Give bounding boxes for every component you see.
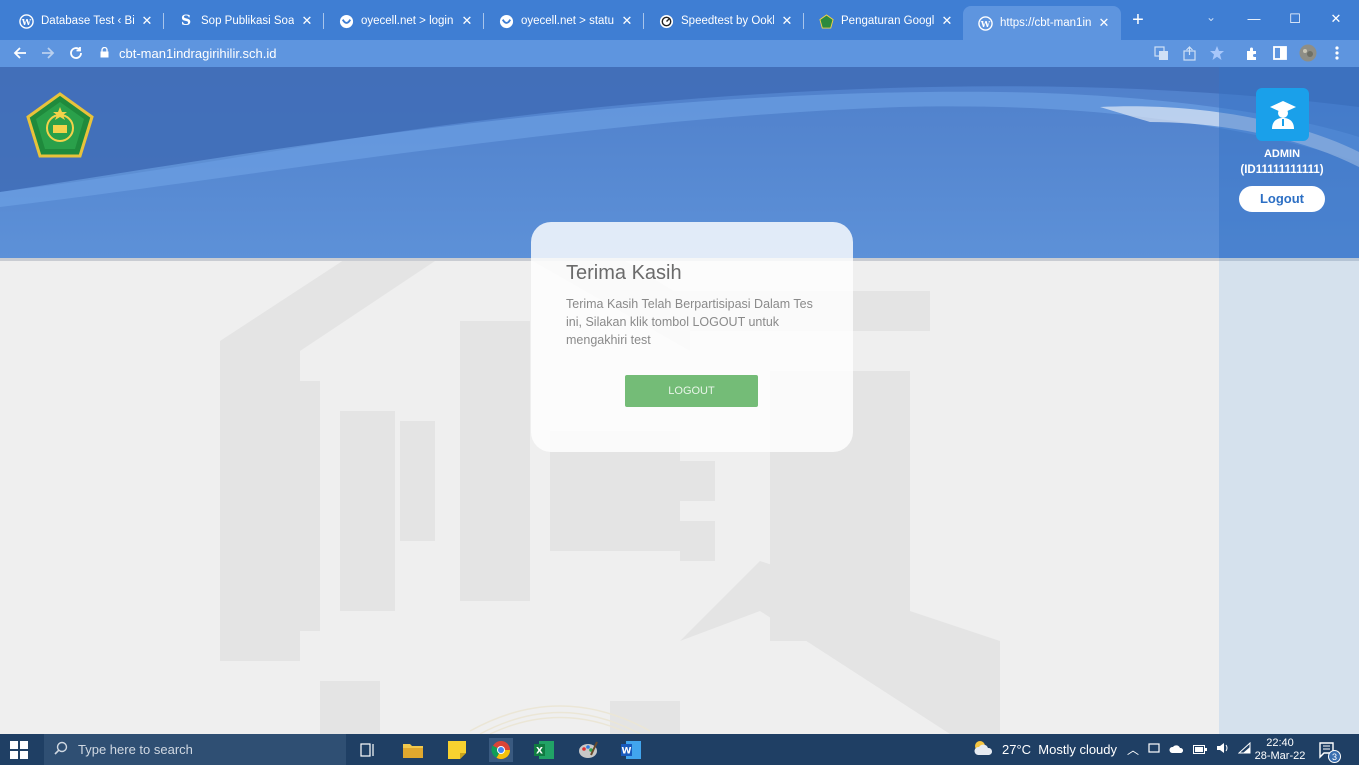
network-status-icon[interactable] <box>1148 742 1160 757</box>
oyecell-icon <box>498 13 514 29</box>
browser-toolbar: cbt-man1indragirihilir.sch.id <box>0 40 1359 67</box>
speedtest-icon <box>658 13 674 29</box>
address-bar[interactable]: cbt-man1indragirihilir.sch.id <box>100 43 1220 64</box>
weather-text: 27°C Mostly cloudy <box>1002 742 1118 757</box>
oyecell-icon <box>338 13 354 29</box>
kemenag-logo <box>26 92 94 158</box>
tab-oyecell-login[interactable]: oyecell.net > login ✕ <box>324 8 484 34</box>
search-placeholder: Type here to search <box>78 742 193 757</box>
browser-tab-strip: W Database Test ‹ Bimas ✕ S Sop Publikas… <box>0 0 1359 40</box>
header-logout-button[interactable]: Logout <box>1239 186 1325 212</box>
user-avatar <box>1256 88 1309 141</box>
bookmark-star-icon[interactable] <box>1208 44 1226 62</box>
minimize-button[interactable]: — <box>1234 8 1274 30</box>
new-tab-button[interactable]: + <box>1127 10 1149 32</box>
tab-close-icon[interactable]: ✕ <box>300 13 314 29</box>
clock-date: 28-Mar-22 <box>1254 750 1306 762</box>
svg-text:X: X <box>536 747 543 757</box>
share-icon[interactable] <box>1180 44 1198 62</box>
battery-icon[interactable] <box>1193 742 1208 757</box>
notification-badge: 3 <box>1328 750 1341 763</box>
tab-close-icon[interactable]: ✕ <box>620 13 634 29</box>
chevron-up-icon[interactable]: ︿ <box>1127 741 1139 758</box>
wordpress-icon: W <box>977 15 993 31</box>
back-arrow-icon[interactable] <box>8 42 32 64</box>
tab-title: oyecell.net > login <box>361 15 454 27</box>
search-icon <box>54 741 68 758</box>
tab-title: Pengaturan Google D <box>841 15 934 27</box>
svg-text:W: W <box>979 18 990 28</box>
tab-speedtest[interactable]: Speedtest by Ookla - ✕ <box>644 8 804 34</box>
dialog-logout-button[interactable]: LOGOUT <box>625 375 758 407</box>
menu-kebab-icon[interactable] <box>1328 44 1346 62</box>
sticky-notes-icon[interactable] <box>445 738 469 762</box>
tab-pengaturan-google[interactable]: Pengaturan Google D ✕ <box>804 8 964 34</box>
clock-time: 22:40 <box>1266 737 1294 749</box>
reload-icon[interactable] <box>64 42 88 64</box>
chrome-icon[interactable] <box>489 738 513 762</box>
tab-title: https://cbt-man1indr <box>1000 17 1091 29</box>
tab-title: Sop Publikasi Soal Da <box>201 15 294 27</box>
user-graduate-icon <box>1269 100 1296 129</box>
tab-title: Speedtest by Ookla - <box>681 15 774 27</box>
page-content: ADMIN (ID11111111111) Logout Terima Kasi… <box>0 67 1359 734</box>
tab-close-icon[interactable]: ✕ <box>140 13 154 29</box>
wordpress-icon: W <box>18 13 34 29</box>
file-explorer-icon[interactable] <box>401 738 425 762</box>
forward-arrow-icon[interactable] <box>36 42 60 64</box>
profile-avatar-icon[interactable] <box>1299 44 1317 62</box>
dialog-message: Terima Kasih Telah Berpartisipasi Dalam … <box>566 297 813 347</box>
task-view-icon[interactable] <box>356 738 380 762</box>
url-text: cbt-man1indragirihilir.sch.id <box>119 46 277 61</box>
tab-cbt-active[interactable]: W https://cbt-man1indr ✕ <box>963 6 1121 40</box>
extensions-puzzle-icon[interactable] <box>1243 44 1261 62</box>
close-window-button[interactable]: ✕ <box>1316 8 1356 30</box>
dialog-title: Terima Kasih <box>566 262 682 284</box>
taskbar-clock[interactable]: 22:40 28-Mar-22 <box>1250 737 1310 763</box>
taskbar-search-box[interactable]: Type here to search <box>44 734 346 765</box>
thank-you-dialog: Terima Kasih Terima Kasih Telah Berparti… <box>531 222 853 452</box>
side-panel-icon[interactable] <box>1271 44 1289 62</box>
svg-text:W: W <box>20 16 31 26</box>
tab-close-icon[interactable]: ✕ <box>1097 15 1111 31</box>
maximize-button[interactable]: ☐ <box>1275 8 1315 30</box>
windows-start-icon[interactable] <box>10 741 28 759</box>
tab-oyecell-status[interactable]: oyecell.net > status ✕ <box>484 8 644 34</box>
user-id: (ID11111111111) <box>1240 164 1324 176</box>
lock-icon <box>100 46 109 61</box>
cloudy-weather-icon <box>972 740 994 759</box>
tab-search-chevron-icon[interactable]: ⌄ <box>1206 10 1216 24</box>
tab-close-icon[interactable]: ✕ <box>780 13 794 29</box>
svg-text:W: W <box>622 747 632 757</box>
system-tray: ︿ <box>1127 734 1251 765</box>
tab-database-test[interactable]: W Database Test ‹ Bimas ✕ <box>4 8 164 34</box>
action-center-icon[interactable]: 3 <box>1318 734 1341 765</box>
paint-app-icon[interactable] <box>576 738 600 762</box>
tab-title: Database Test ‹ Bimas <box>41 15 134 27</box>
windows-taskbar: Type here to search X W 27°C Mostly clou… <box>0 734 1359 765</box>
volume-icon[interactable] <box>1216 742 1229 757</box>
tab-title: oyecell.net > status <box>521 15 614 27</box>
weather-widget[interactable]: 27°C Mostly cloudy <box>972 734 1117 765</box>
onedrive-cloud-icon[interactable] <box>1169 742 1184 757</box>
user-name: ADMIN <box>1263 148 1301 160</box>
s-logo-icon: S <box>180 13 192 29</box>
tab-sop-publikasi[interactable]: S Sop Publikasi Soal Da ✕ <box>164 8 324 34</box>
word-icon[interactable]: W <box>619 738 643 762</box>
translate-icon[interactable] <box>1152 44 1170 62</box>
tab-close-icon[interactable]: ✕ <box>940 13 954 29</box>
tab-close-icon[interactable]: ✕ <box>460 13 474 29</box>
excel-icon[interactable]: X <box>532 738 556 762</box>
kemenag-icon <box>818 13 834 29</box>
